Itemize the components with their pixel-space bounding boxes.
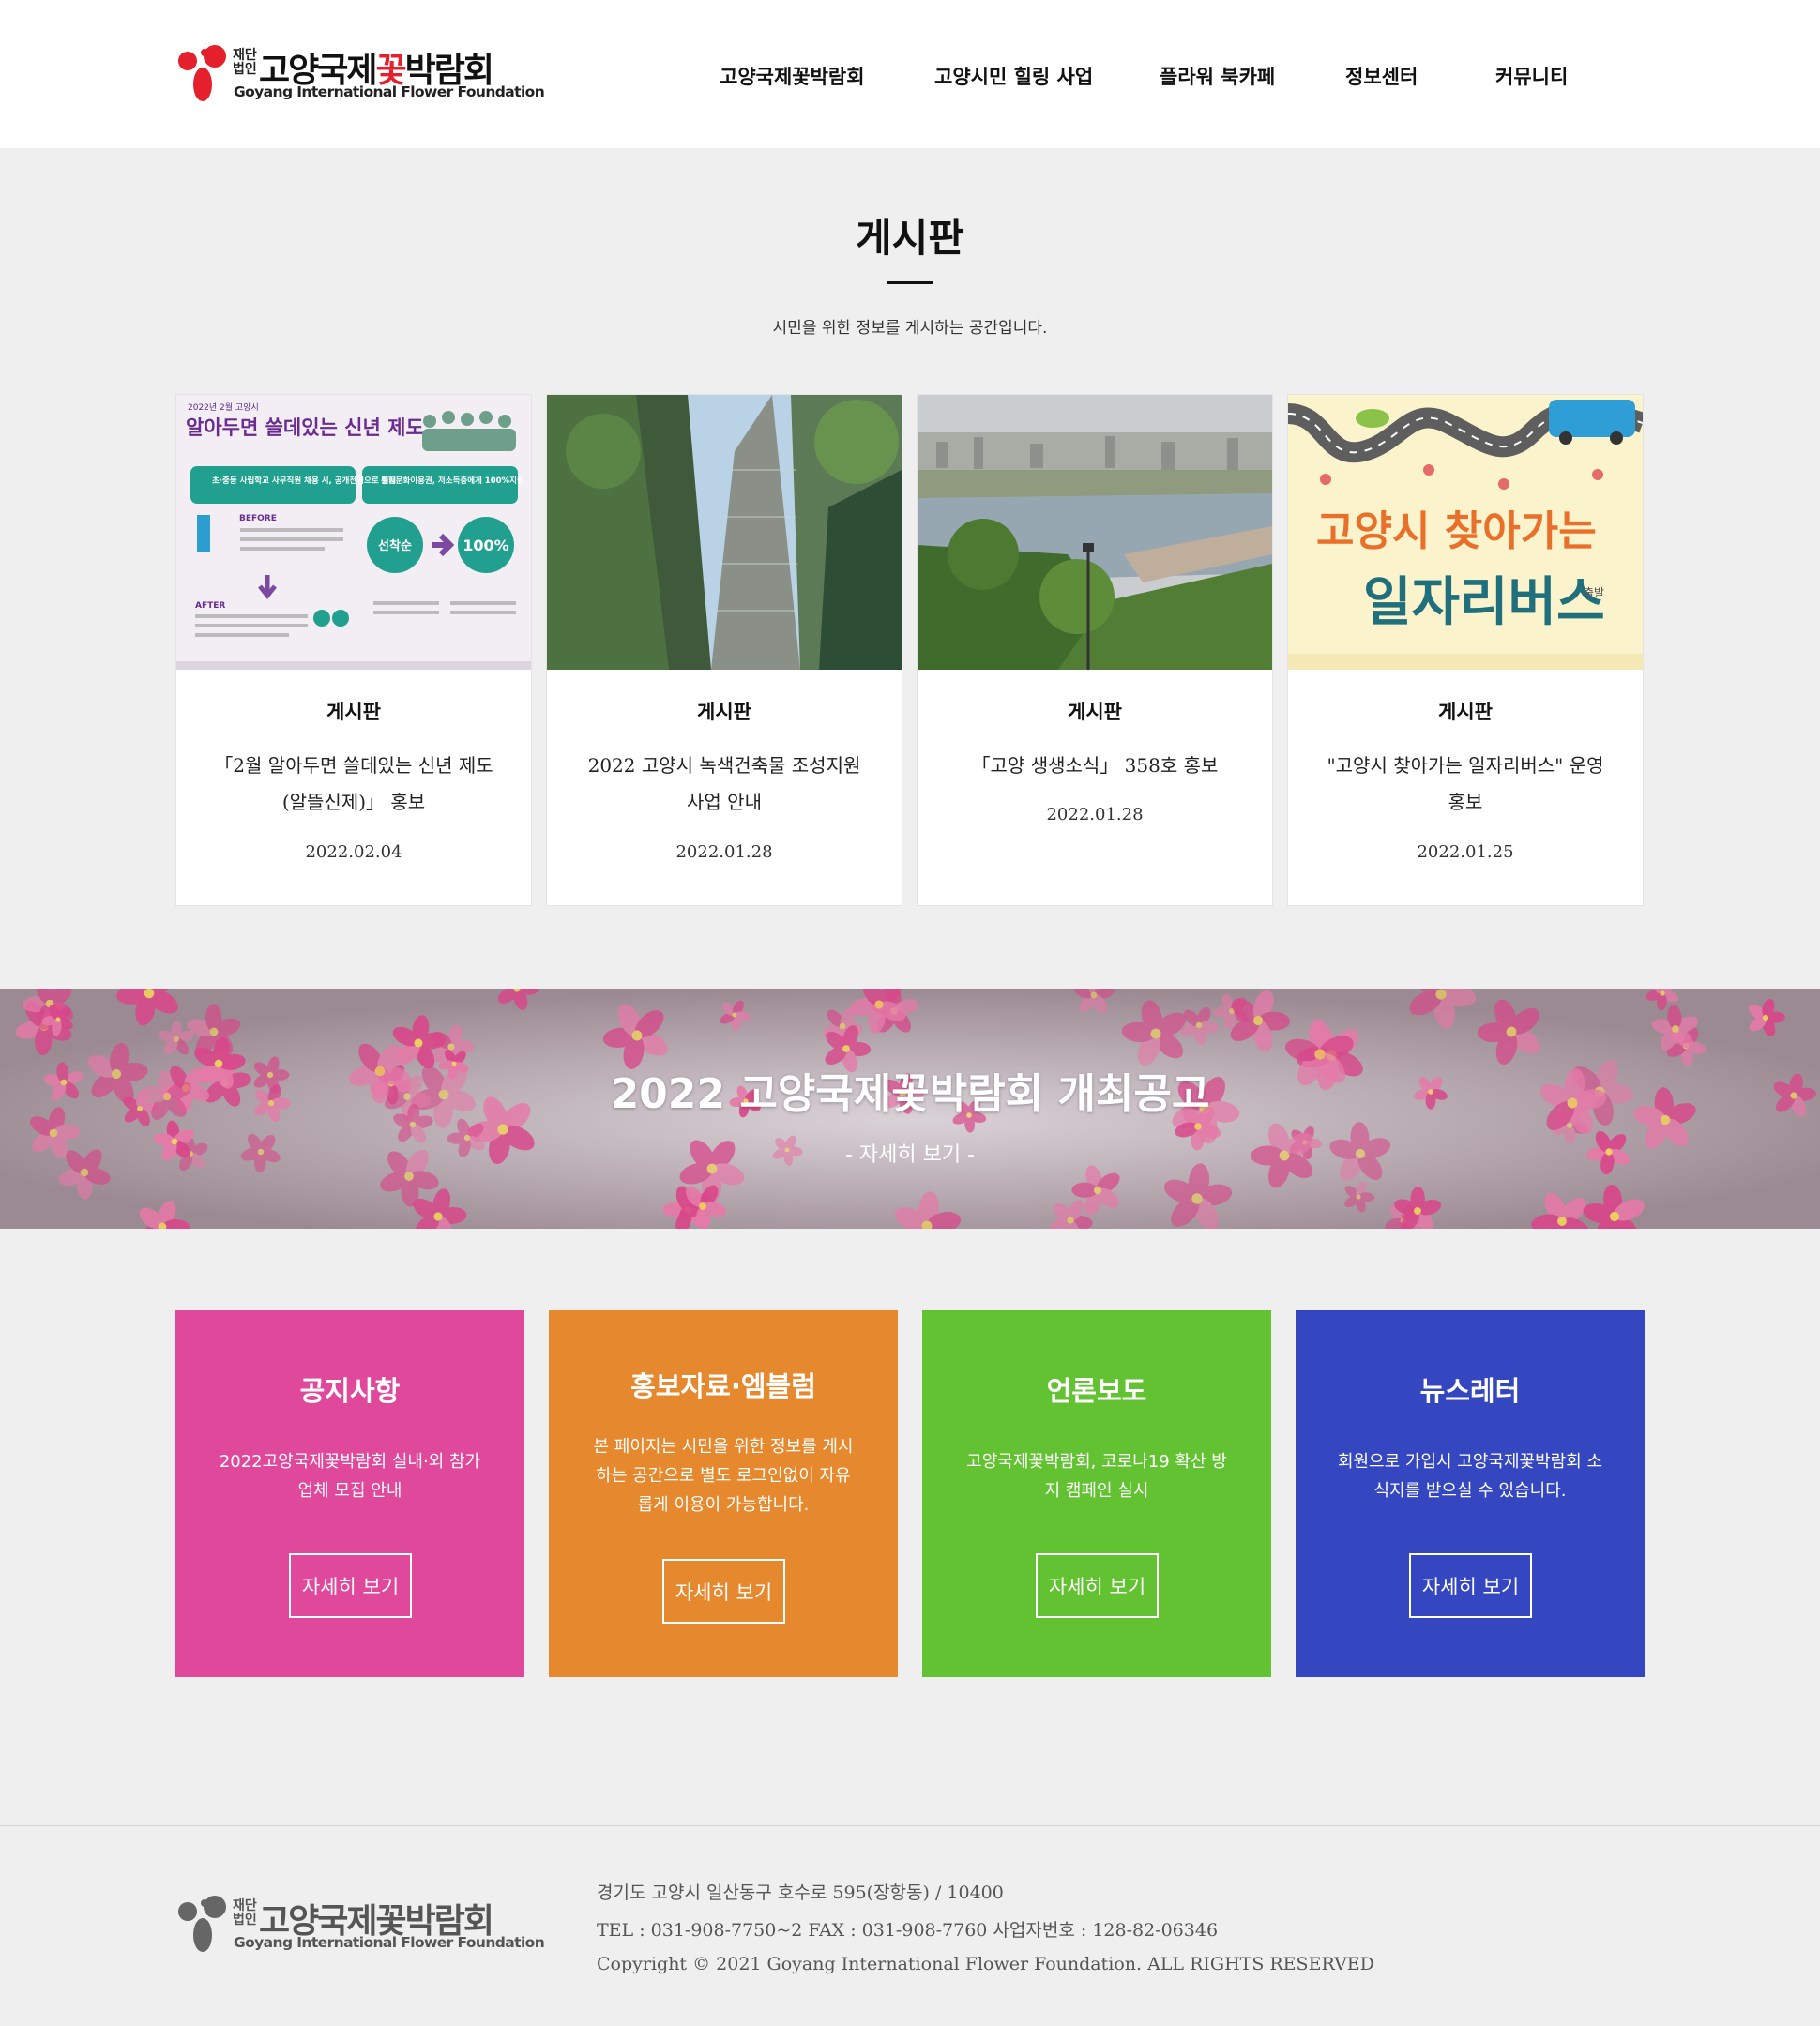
board-card[interactable]: 고양시 찾아가는 일자리버스 출발 게시판 "고양시 찾아가는 일자리버스" 운… <box>1287 394 1644 906</box>
poster-line1: 고양시 찾아가는 <box>1316 507 1597 555</box>
card-category: 게시판 <box>1068 701 1122 723</box>
card-image-job-bus-poster: 고양시 찾아가는 일자리버스 출발 <box>1288 395 1643 670</box>
infographic-left-head: 초·중등 사립학교 사무직원 채용 시, 공개전형으로 실시 <box>212 476 396 486</box>
board-card[interactable]: 게시판 2022 고양시 녹색건축물 조성지원 사업 안내 2022.01.28 <box>546 394 902 906</box>
flower-logo-icon <box>178 1896 226 1952</box>
tile-description: 회원으로 가입시 고양국제꽃박람회 소식지를 받으실 수 있습니다. <box>1337 1452 1603 1501</box>
card-category: 게시판 <box>326 701 381 723</box>
main-nav: 고양국제꽃박람회 고양시민 힐링 사업 플라워 북카페 정보센터 커뮤니티 <box>0 62 1820 90</box>
tile-title: 공지사항 <box>299 1375 401 1407</box>
tile-press[interactable]: 언론보도 고양국제꽃박람회, 코로나19 확산 방지 캠페인 실시 자세히 보기 <box>922 1310 1271 1677</box>
board-title: 게시판 <box>856 215 964 261</box>
infographic-illustration: 2022년 2월 고양시 알아두면 쓸데있는 신년 제도 초·중등 사립학교 사… <box>176 395 531 670</box>
card-title[interactable]: "고양시 찾아가는 일자리버스" 운영 홍보 <box>1326 748 1605 821</box>
card-date: 2022.02.04 <box>305 842 402 862</box>
board-subtitle: 시민을 위한 정보를 게시하는 공간입니다. <box>772 319 1048 338</box>
tile-title: 홍보자료·엠블럼 <box>630 1370 816 1402</box>
tile-promo-emblem[interactable]: 홍보자료·엠블럼 본 페이지는 시민을 위한 정보를 게시하는 공간으로 별도 … <box>549 1310 898 1677</box>
infographic-headline: 알아두면 쓸데있는 신년 제도 <box>186 416 424 439</box>
board-card[interactable]: 2022년 2월 고양시 알아두면 쓸데있는 신년 제도 초·중등 사립학교 사… <box>175 394 532 906</box>
detail-button[interactable]: 자세히 보기 <box>1409 1553 1532 1618</box>
river-city-photo <box>918 395 1272 670</box>
card-date: 2022.01.28 <box>675 842 773 862</box>
infographic-full: 100% <box>463 537 508 554</box>
tile-title: 뉴스레터 <box>1419 1375 1521 1407</box>
card-title[interactable]: 2022 고양시 녹색건축물 조성지원 사업 안내 <box>584 748 864 821</box>
card-image-policy-infographic: 2022년 2월 고양시 알아두면 쓸데있는 신년 제도 초·중등 사립학교 사… <box>176 395 531 670</box>
banner-title[interactable]: 2022 고양국제꽃박람회 개최공고 <box>0 1060 1820 1120</box>
site-header: 재단 법인 고양국제꽃박람회 Goyang International Flow… <box>0 0 1820 148</box>
infographic-top-text: 2022년 2월 고양시 <box>188 401 259 413</box>
tile-description: 본 페이지는 시민을 위한 정보를 게시하는 공간으로 별도 로그인없이 자유롭… <box>593 1437 854 1515</box>
building-photo <box>547 395 902 670</box>
infographic-before: BEFORE <box>239 514 277 523</box>
poster-tag: 출발 <box>1584 586 1604 599</box>
logo-english: Goyang International Flower Foundation <box>234 1934 545 1951</box>
card-category: 게시판 <box>697 701 751 723</box>
detail-button[interactable]: 자세히 보기 <box>662 1559 785 1624</box>
card-date: 2022.01.28 <box>1046 805 1144 824</box>
card-date: 2022.01.25 <box>1417 842 1514 862</box>
logo-small-text: 재단 법인 <box>233 1898 257 1928</box>
tile-description: 2022고양국제꽃박람회 실내·외 참가 업체 모집 안내 <box>219 1452 481 1501</box>
tile-newsletter[interactable]: 뉴스레터 회원으로 가입시 고양국제꽃박람회 소식지를 받으실 수 있습니다. … <box>1296 1310 1645 1677</box>
tile-description: 고양국제꽃박람회, 코로나19 확산 방지 캠페인 실시 <box>966 1452 1227 1501</box>
nav-item-expo[interactable]: 고양국제꽃박람회 <box>720 62 865 90</box>
card-image-green-building-photo <box>547 395 902 670</box>
footer-contact: TEL : 031-908-7750~2 FAX : 031-908-7760 … <box>597 1920 1219 1941</box>
infographic-right-head: 통합문화이용권, 저소득층에게 100%지원 <box>381 476 524 486</box>
infographic-first-come: 선착순 <box>378 538 412 553</box>
tile-title: 언론보도 <box>1046 1375 1147 1407</box>
footer-divider <box>0 1825 1820 1826</box>
nav-item-healing[interactable]: 고양시민 힐링 사업 <box>934 62 1093 90</box>
job-bus-poster: 고양시 찾아가는 일자리버스 출발 <box>1288 395 1643 670</box>
card-category: 게시판 <box>1438 701 1493 723</box>
card-image-city-river-photo <box>918 395 1272 670</box>
nav-item-info-center[interactable]: 정보센터 <box>1345 62 1418 90</box>
poster-line2: 일자리버스 <box>1363 572 1605 633</box>
detail-button[interactable]: 자세히 보기 <box>1036 1553 1159 1618</box>
tile-notice[interactable]: 공지사항 2022고양국제꽃박람회 실내·외 참가 업체 모집 안내 자세히 보… <box>175 1310 524 1677</box>
footer-address: 경기도 고양시 일산동구 호수로 595(장항동) / 10400 <box>597 1882 1004 1903</box>
nav-item-community[interactable]: 커뮤니티 <box>1495 62 1568 90</box>
card-title[interactable]: 「고양 생생소식」 358호 홍보 <box>955 748 1235 784</box>
footer-copyright: Copyright © 2021 Goyang International Fl… <box>597 1954 1374 1974</box>
banner-detail-link[interactable]: - 자세히 보기 - <box>0 1138 1820 1168</box>
nav-item-bookcafe[interactable]: 플라워 북카페 <box>1160 62 1275 90</box>
title-divider <box>887 281 933 284</box>
card-title[interactable]: 「2월 알아두면 쓸데있는 신년 제도(알뜰신제)」 홍보 <box>214 748 493 821</box>
footer-logo: 재단 법인 고양국제꽃박람회 Goyang International Flow… <box>174 1894 545 1956</box>
infographic-after: AFTER <box>195 601 225 611</box>
board-card[interactable]: 게시판 「고양 생생소식」 358호 홍보 2022.01.28 <box>917 394 1273 906</box>
detail-button[interactable]: 자세히 보기 <box>289 1553 412 1618</box>
